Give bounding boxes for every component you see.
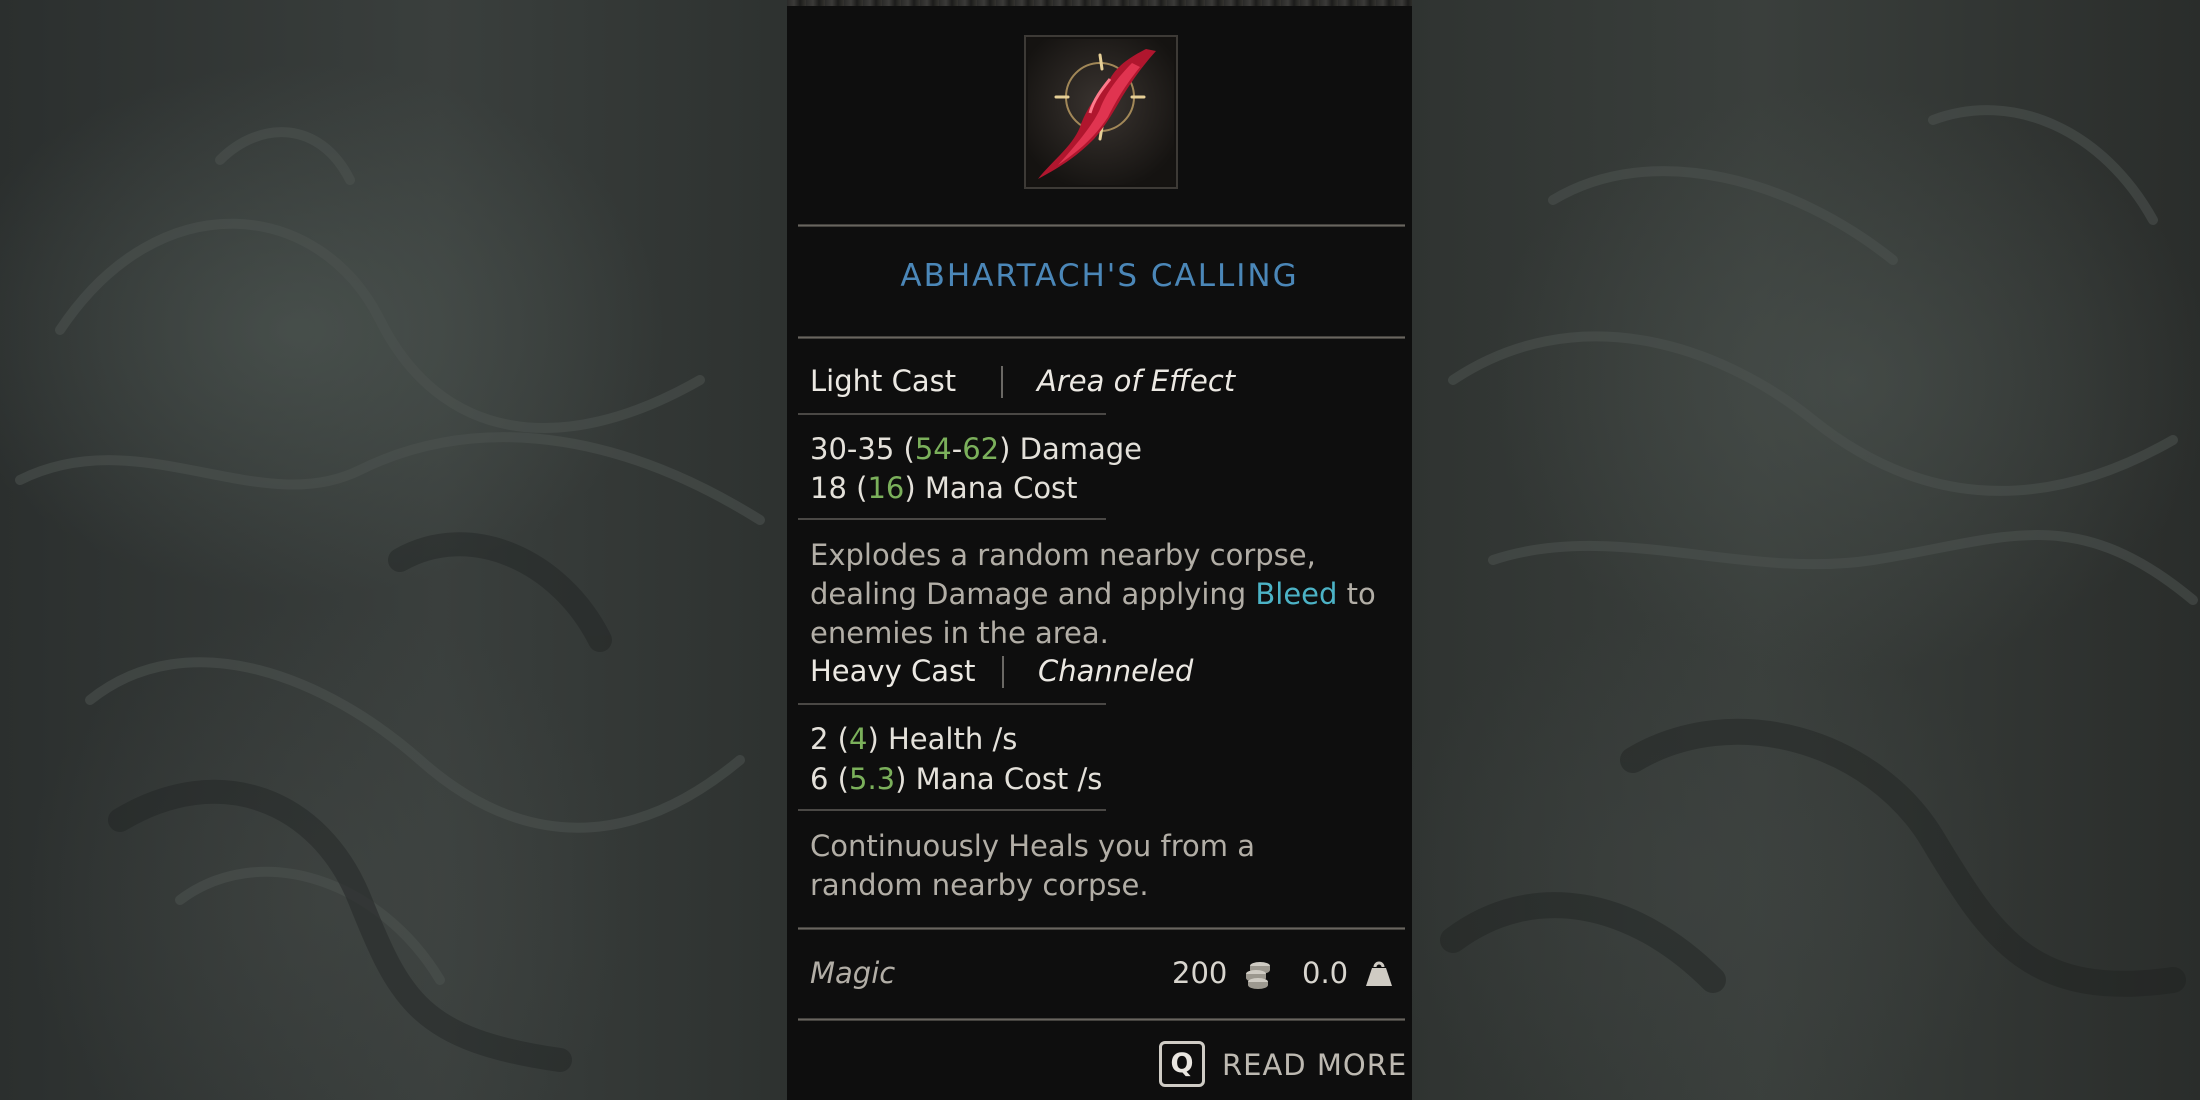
- read-more-button[interactable]: READ MORE: [1222, 1048, 1407, 1082]
- background-left: [15, 127, 765, 1072]
- spell-icon-frame: [1024, 35, 1178, 189]
- spell-tooltip-panel: ABHARTACH'S CALLING Light Cast Area of E…: [787, 0, 1412, 1100]
- light-cast-mana: 18 (16) Mana Cost: [810, 471, 1078, 505]
- spell-title: ABHARTACH'S CALLING: [900, 258, 1299, 294]
- divider: [798, 809, 1106, 811]
- divider: [798, 927, 1405, 930]
- weight-icon: [1366, 961, 1392, 986]
- divider: [798, 336, 1405, 339]
- read-more-key[interactable]: Q: [1159, 1041, 1205, 1087]
- light-cast-tag: Area of Effect: [1037, 364, 1236, 398]
- heavy-cast-tag: Channeled: [1038, 654, 1194, 688]
- divider: [798, 1018, 1405, 1021]
- price-value: 200: [1172, 956, 1228, 990]
- abhartachs-calling-spell-icon: [1028, 39, 1174, 185]
- divider: [798, 703, 1106, 705]
- light-cast-label: Light Cast: [810, 364, 957, 398]
- light-cast-damage: 30-35 (54-62) Damage: [810, 432, 1143, 466]
- divider: [798, 224, 1405, 227]
- panel-top-edge: [787, 0, 1412, 6]
- heavy-cast-description: Continuously Heals you from a random nea…: [810, 829, 1256, 902]
- heavy-cast-label: Heavy Cast: [810, 654, 976, 688]
- heavy-cast-mana: 6 (5.3) Mana Cost /s: [810, 762, 1103, 796]
- spell-type: Magic: [810, 956, 896, 990]
- coins-icon: [1246, 962, 1270, 989]
- background-right: [1440, 105, 2198, 997]
- light-cast-description: Explodes a random nearby corpse, dealing…: [810, 538, 1376, 650]
- separator: [1001, 366, 1003, 398]
- divider: [798, 413, 1106, 415]
- divider: [798, 518, 1106, 520]
- separator: [1002, 656, 1004, 688]
- heavy-cast-health: 2 (4) Health /s: [810, 722, 1018, 756]
- weight-value: 0.0: [1302, 956, 1349, 990]
- bleed-keyword: Bleed: [1255, 577, 1338, 611]
